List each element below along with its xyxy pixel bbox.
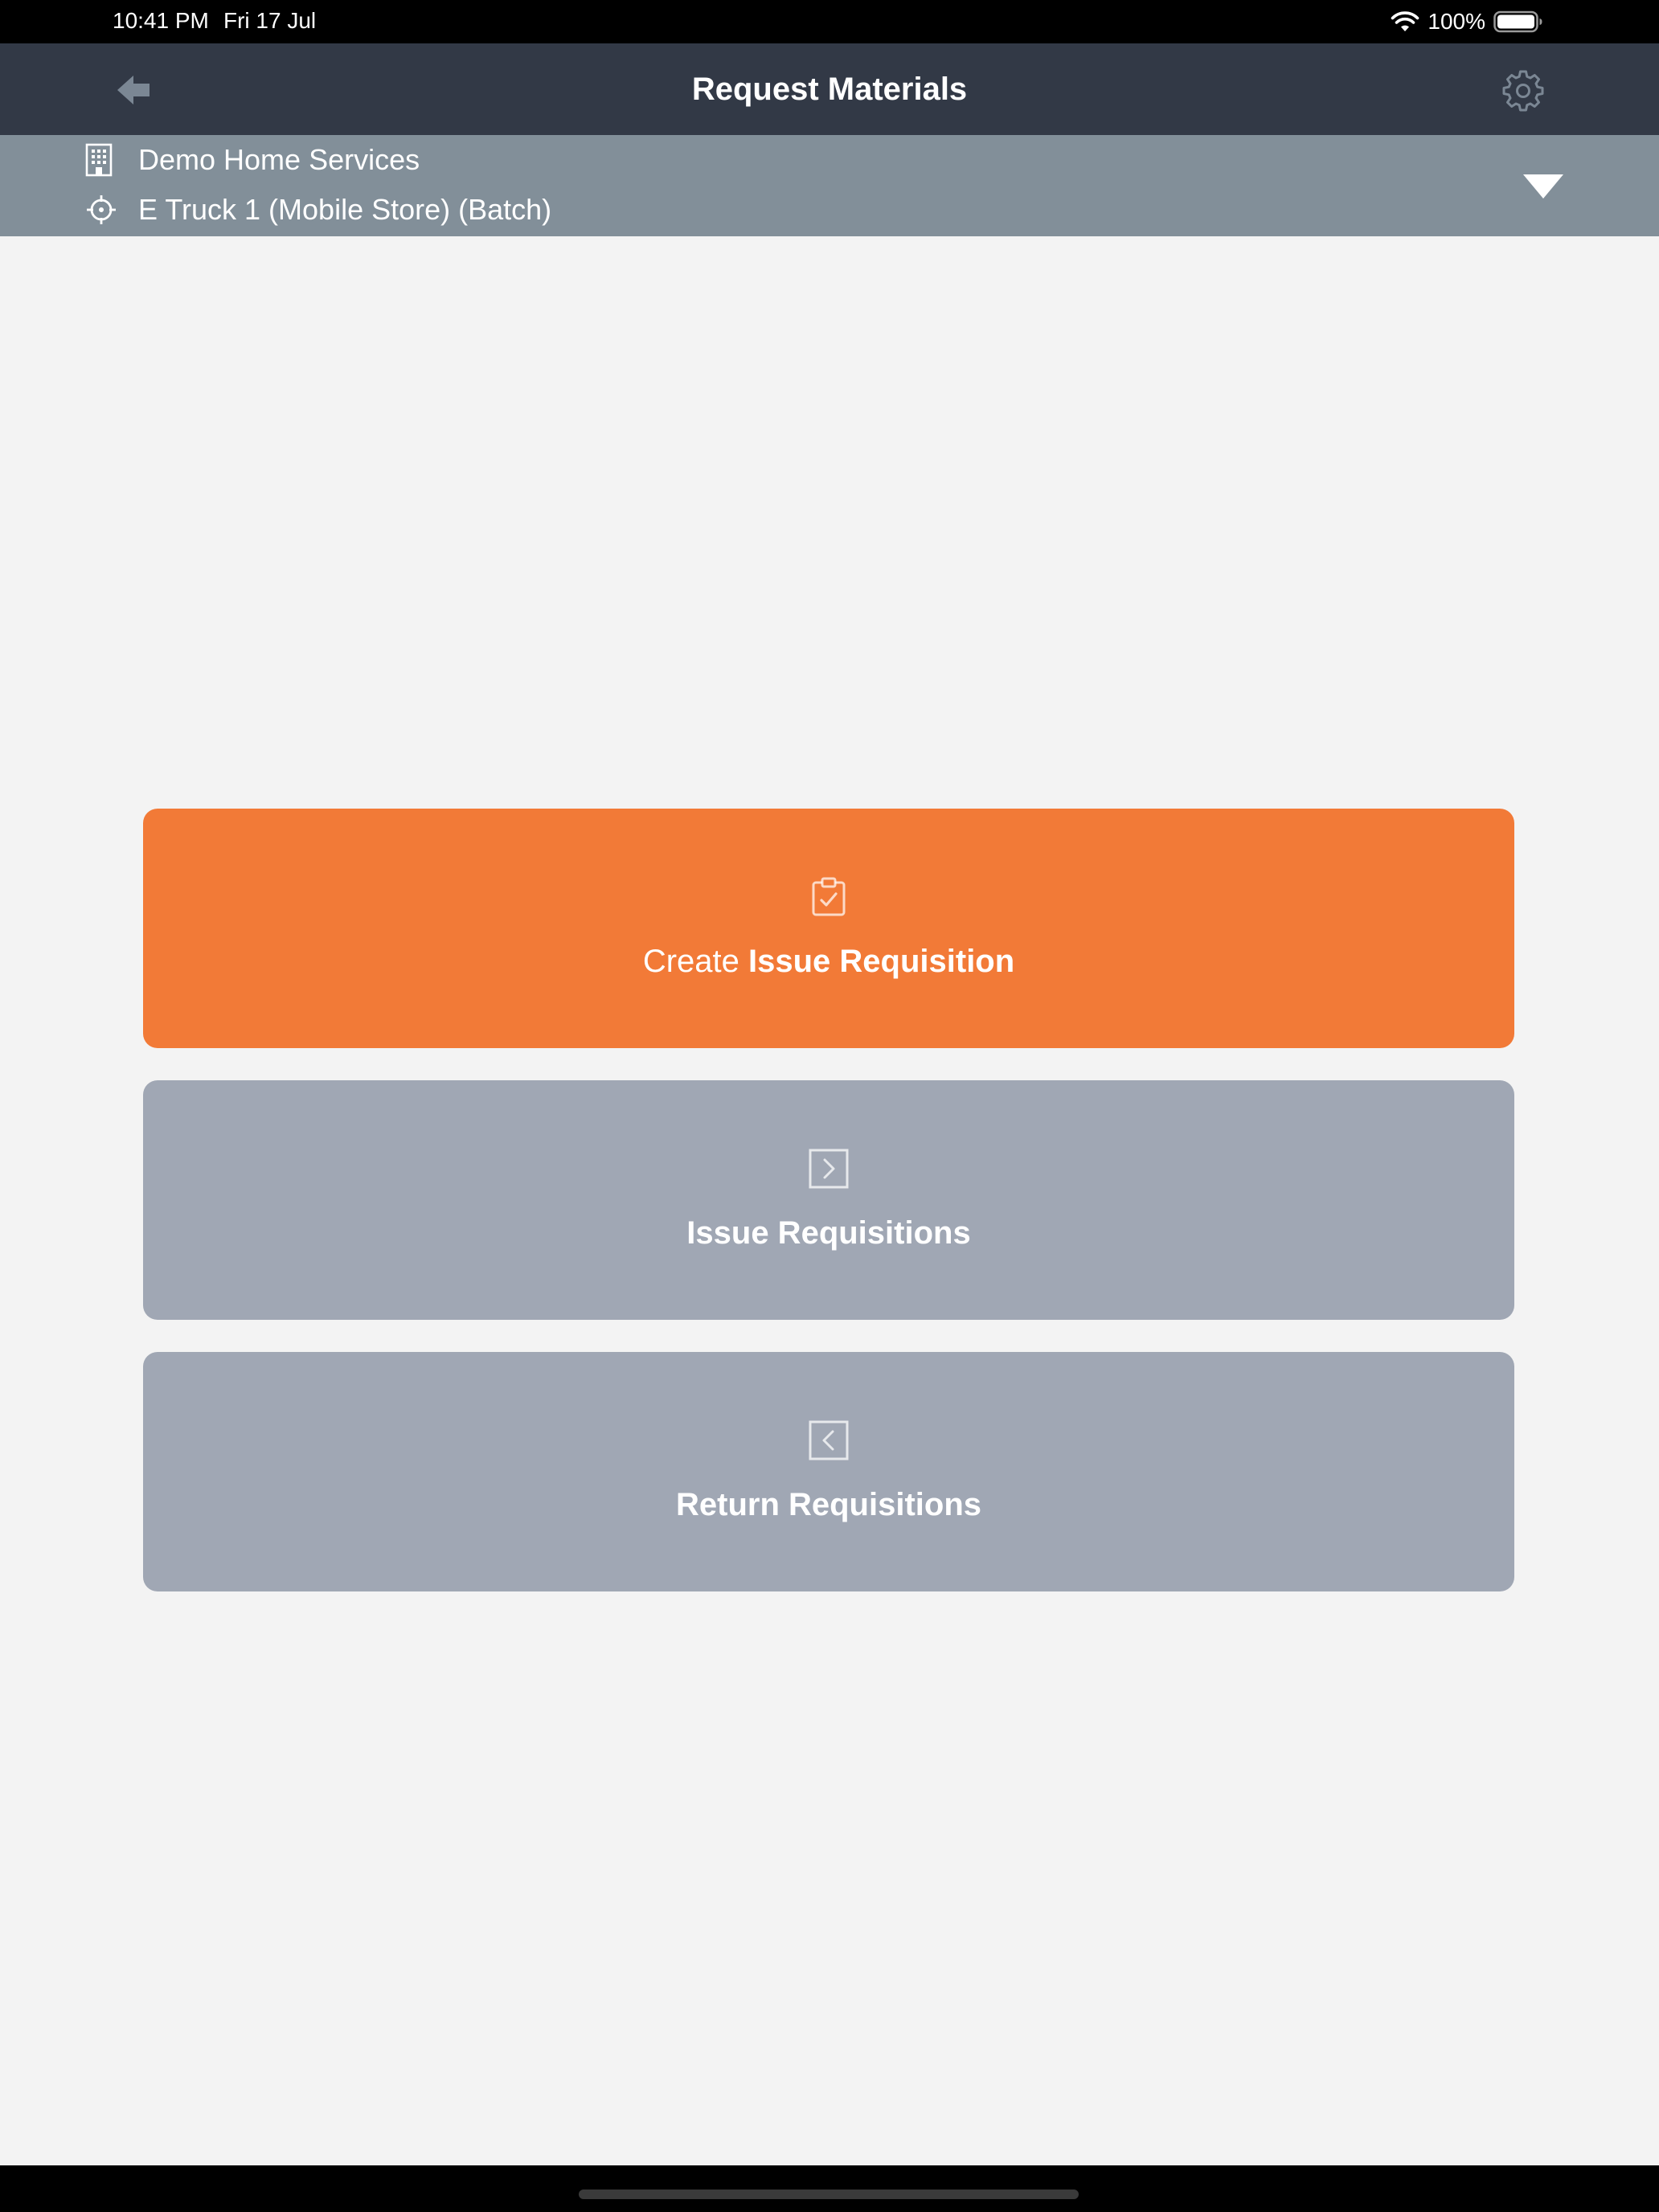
crosshair-icon (85, 191, 122, 228)
status-bar: 10:41 PM Fri 17 Jul 100% (0, 0, 1659, 43)
return-requisitions-button[interactable]: Return Requisitions (143, 1352, 1514, 1591)
battery-icon (1493, 10, 1543, 33)
clipboard-check-icon (812, 877, 846, 916)
settings-button[interactable] (1500, 68, 1546, 114)
return-bold-text: Return Requisitions (675, 1487, 982, 1522)
issue-requisitions-label: Issue Requisitions (143, 1210, 1514, 1256)
return-requisitions-label: Return Requisitions (143, 1482, 1514, 1527)
create-prefix-text: Create (642, 944, 739, 979)
battery-percent: 100% (1428, 9, 1485, 34)
company-name: Demo Home Services (138, 143, 420, 176)
home-indicator-bar (0, 2165, 1659, 2212)
location-name: E Truck 1 (Mobile Store) (Batch) (138, 193, 552, 226)
chevron-left-square-icon (809, 1420, 849, 1460)
create-issue-requisition-label: Create Issue Requisition (143, 939, 1514, 984)
status-time: 10:41 PM (113, 8, 209, 33)
context-dropdown-button[interactable] (1521, 172, 1566, 201)
building-icon (85, 141, 122, 178)
chevron-right-square-icon (809, 1149, 849, 1189)
status-indicators: 100% (1391, 5, 1543, 39)
page-title: Request Materials (691, 72, 968, 107)
nav-bar: Request Materials (0, 43, 1659, 135)
issue-requisitions-button[interactable]: Issue Requisitions (143, 1080, 1514, 1320)
company-row: Demo Home Services (85, 140, 420, 180)
home-indicator[interactable] (579, 2189, 1079, 2199)
issue-bold-text: Issue Requisitions (686, 1215, 971, 1251)
location-row: E Truck 1 (Mobile Store) (Batch) (85, 190, 551, 230)
wifi-icon (1391, 10, 1419, 33)
triangle-down-icon (1523, 174, 1563, 199)
status-date: Fri 17 Jul (223, 8, 317, 33)
context-selector[interactable]: Demo Home Services E Truck 1 (Mobile Sto… (0, 135, 1659, 236)
create-bold-text: Issue Requisition (748, 944, 1015, 979)
gear-icon (1502, 70, 1544, 112)
create-issue-requisition-button[interactable]: Create Issue Requisition (143, 809, 1514, 1048)
